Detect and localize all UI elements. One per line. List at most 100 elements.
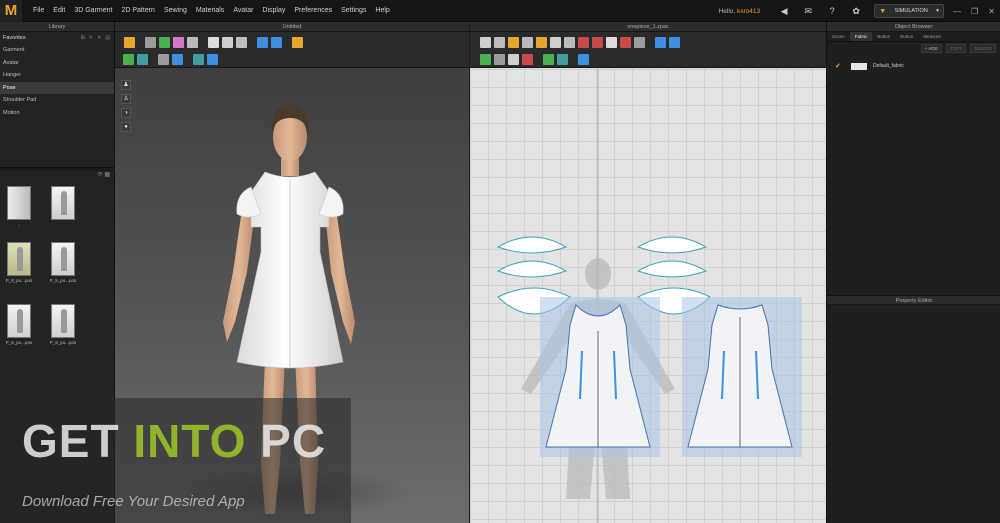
tab-scene[interactable]: Scene (827, 32, 850, 41)
pose-thumbnail-image (7, 242, 31, 276)
chevron-down-icon: ▾ (936, 8, 939, 14)
free-sewing-icon[interactable] (669, 36, 680, 48)
menu-avatar[interactable]: Avatar (233, 7, 253, 14)
thumbnail-parent-folder[interactable]: .. (4, 186, 34, 227)
rectangle-icon[interactable] (550, 36, 561, 48)
notch-icon[interactable] (634, 36, 645, 48)
thumbnail-pose[interactable]: P_8_po...pos (48, 242, 78, 283)
menu-sewing[interactable]: Sewing (164, 7, 187, 14)
checkmark-icon: ✔ (835, 63, 841, 70)
trace-icon[interactable] (620, 36, 631, 48)
menu-items: File Edit 3D Garment 2D Pattern Sewing M… (24, 7, 390, 14)
menu-settings[interactable]: Settings (341, 7, 366, 14)
menu-display[interactable]: Display (262, 7, 285, 14)
tab-fabric[interactable]: Fabric (849, 32, 873, 41)
app-window: M File Edit 3D Garment 2D Pattern Sewing… (0, 0, 1000, 523)
polygon-icon[interactable] (536, 36, 547, 48)
dart-icon[interactable] (606, 36, 617, 48)
transform-pattern-icon[interactable] (480, 36, 491, 48)
volume-icon[interactable]: ◀ (778, 5, 790, 17)
menu-help[interactable]: Help (375, 7, 389, 14)
internal-polygon-icon[interactable] (578, 36, 589, 48)
pattern-grid-canvas[interactable] (470, 69, 826, 523)
watermark-overlay: GET INTO PC Download Free Your Desired A… (0, 398, 351, 523)
thumbnail-toolbar: ⟳ ▦ (98, 171, 110, 178)
pattern-pieces (496, 69, 802, 523)
tab-button-2[interactable]: Button (895, 32, 918, 41)
pin-2d-icon[interactable] (543, 54, 554, 65)
menu-right-area: Hello, ksro413 ◀ ✉ ? ✿ ▼ SIMULATION ▾ — … (719, 0, 1000, 22)
add-folder-icon[interactable]: ⊞ (81, 35, 85, 41)
menu-edit[interactable]: Edit (53, 7, 65, 14)
2d-toolbar-primary (470, 32, 826, 52)
delete-fabric-button[interactable]: DELETE (970, 44, 996, 53)
copy-fabric-button[interactable]: COPY (945, 44, 967, 53)
menu-preferences[interactable]: Preferences (294, 7, 332, 14)
view-icon[interactable]: ▤ (105, 35, 110, 41)
help-icon[interactable]: ? (826, 5, 838, 17)
watermark-logo-text: GET INTO PC (22, 415, 327, 467)
internal-rectangle-icon[interactable] (592, 36, 603, 48)
edit-icon[interactable]: ✎ (89, 35, 93, 41)
library-item-avatar[interactable]: Avatar (0, 57, 114, 70)
library-tools: ⊞ ✎ ✕ ▤ (77, 35, 110, 41)
2d-view-title: onepiece_1.zpac (470, 22, 826, 32)
library-item-shoulder-pad[interactable]: Shoulder Pad (0, 94, 114, 107)
favorites-label[interactable]: Favorites (3, 35, 26, 41)
thumbnail-pose[interactable]: P_8_po...pos (48, 304, 78, 345)
fabric-name: Default_fabric (873, 63, 904, 69)
close-icon[interactable]: ✕ (988, 7, 995, 16)
watermark-tagline: Download Free Your Desired App (22, 493, 245, 510)
menu-bar: M File Edit 3D Garment 2D Pattern Sewing… (0, 0, 1000, 22)
pose-thumbnail-image (51, 242, 75, 276)
settings-icon[interactable]: ✿ (850, 5, 862, 17)
circle-icon[interactable] (564, 36, 575, 48)
username[interactable]: ksro413 (737, 8, 760, 15)
add-point-icon[interactable] (522, 36, 533, 48)
edit-sewing-icon[interactable] (522, 54, 533, 65)
library-item-garment[interactable]: Garment (0, 44, 114, 57)
pose-thumbnail-image (51, 186, 75, 220)
library-title: Library (0, 22, 114, 32)
simulation-icon: ▼ (879, 7, 887, 15)
edit-texture-icon[interactable] (480, 54, 491, 65)
thumbnail-pose[interactable]: P_8_po...pos (4, 304, 34, 345)
segment-sewing-icon[interactable] (655, 36, 666, 48)
thumbnail-pose[interactable] (48, 186, 78, 224)
edit-curve-icon[interactable] (508, 36, 519, 48)
property-editor-panel: Property Editor (827, 295, 1000, 305)
pose-thumbnail-image (51, 304, 75, 338)
graphic-icon[interactable] (494, 54, 505, 65)
library-item-pose[interactable]: Pose (0, 81, 114, 94)
right-panel: Object Browser Scene Fabric Button Butto… (826, 22, 1000, 523)
library-item-hanger[interactable]: Hanger (0, 69, 114, 82)
property-editor-title: Property Editor (827, 295, 1000, 305)
library-header: Favorites ⊞ ✎ ✕ ▤ (0, 32, 114, 44)
fold-arrangement-icon[interactable] (578, 54, 589, 65)
envelope-icon[interactable]: ✉ (802, 5, 814, 17)
minimize-icon[interactable]: — (953, 7, 961, 16)
tab-button[interactable]: Button (872, 32, 895, 41)
edit-pattern-icon[interactable] (494, 36, 505, 48)
2d-pattern-view[interactable]: onepiece_1.zpac (470, 22, 826, 523)
simulation-button[interactable]: ▼ SIMULATION ▾ (874, 4, 945, 18)
grid-view-icon[interactable]: ▦ (104, 172, 110, 178)
topstitch-icon[interactable] (557, 54, 568, 65)
delete-icon[interactable]: ✕ (97, 35, 101, 41)
refresh-icon[interactable]: ⟳ (98, 172, 103, 178)
fabric-swatch (851, 62, 867, 70)
library-item-motion[interactable]: Motion (0, 107, 114, 120)
fabric-list-item[interactable]: ✔ Default_fabric (827, 59, 1000, 73)
menu-3d-garment[interactable]: 3D Garment (74, 7, 112, 14)
restore-icon[interactable]: ❐ (971, 7, 978, 16)
thumbnail-pose[interactable]: P_8_po...pos (4, 242, 34, 283)
pose-thumbnail-image (7, 304, 31, 338)
tab-measure[interactable]: Measure (918, 32, 946, 41)
grain-icon[interactable] (508, 54, 519, 65)
add-fabric-button[interactable]: + ADD (920, 44, 942, 53)
app-logo: M (0, 0, 22, 22)
menu-file[interactable]: File (33, 7, 44, 14)
menu-2d-pattern[interactable]: 2D Pattern (121, 7, 154, 14)
menu-materials[interactable]: Materials (196, 7, 224, 14)
user-greeting: Hello, ksro413 (718, 7, 761, 15)
